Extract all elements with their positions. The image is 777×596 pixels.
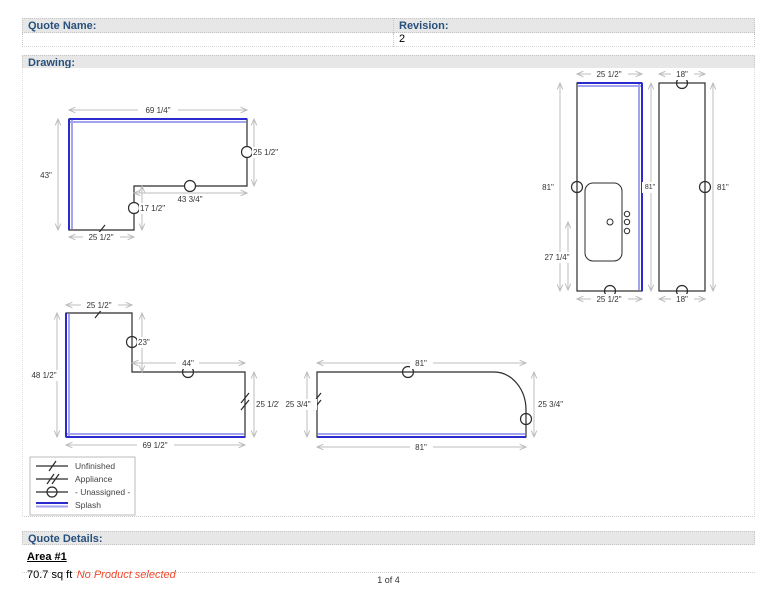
- quote-details-title: Quote Details:: [28, 533, 103, 545]
- countertop-piece-4: 25 1/2" 81" 27 1/4" 81" 25 1/2": [538, 69, 659, 305]
- dimension-label: 43": [40, 171, 52, 180]
- area-link[interactable]: Area #1: [27, 551, 67, 563]
- dimension-label: 25 1/2": [596, 70, 621, 79]
- unassigned-edge-marker: [129, 203, 140, 214]
- legend-label: - Unassigned -: [75, 487, 130, 497]
- countertop-piece-5: 18" 81" 18": [659, 69, 738, 305]
- quote-name-label: Quote Name:: [28, 20, 96, 32]
- dimension-label: 25 1/2": [256, 400, 281, 409]
- faucet-hole: [624, 219, 629, 224]
- unassigned-edge-marker: [185, 181, 196, 192]
- drawing-canvas: 69 1/4" 43" 25 1/2" 43 3/4" 17 1/2" 25 1…: [22, 68, 755, 517]
- edge-legend: Unfinished Appliance - Unassigned - Spla…: [30, 457, 135, 515]
- dimension-label: 25 1/2": [86, 301, 111, 310]
- faucet-hole: [624, 211, 629, 216]
- drawing-section-header: Drawing:: [22, 55, 755, 69]
- dimension-label: 81": [645, 184, 656, 191]
- dimension-label: 25 3/4": [285, 400, 310, 409]
- unassigned-edge-marker: [242, 147, 253, 158]
- legend-label: Appliance: [75, 474, 113, 484]
- revision-value: 2: [393, 33, 755, 47]
- dimension-label: 25 3/4": [538, 400, 563, 409]
- dimension-label: 25 1/2": [596, 295, 621, 304]
- dimension-label: 43 3/4": [177, 195, 202, 204]
- quote-report-page: Quote Name: Revision: 2 Drawing:: [0, 0, 777, 596]
- legend-label: Unfinished: [75, 461, 115, 471]
- quote-name-header: Quote Name:: [22, 18, 393, 33]
- dimension-label: 25 1/2": [88, 233, 113, 242]
- dimension-label: 69 1/2": [142, 441, 167, 450]
- countertop-drawing: 69 1/4" 43" 25 1/2" 43 3/4" 17 1/2" 25 1…: [23, 68, 754, 516]
- page-indicator: 1 of 4: [0, 575, 777, 585]
- legend-label: Splash: [75, 500, 101, 510]
- dimension-label: 44": [182, 359, 194, 368]
- countertop-piece-1: 69 1/4" 43" 25 1/2" 43 3/4" 17 1/2" 25 1…: [35, 105, 289, 243]
- dimension-label: 18": [676, 70, 688, 79]
- quote-name-value: [22, 33, 393, 47]
- countertop-piece-3: 81" 25 3/4" 25 3/4" 81": [279, 358, 575, 453]
- countertop-piece-2: 25 1/2" 48 1/2" 23" 44" 25 1/2" 69 1/2": [26, 300, 292, 451]
- dimension-label: 27 1/4": [544, 253, 569, 262]
- dimension-label: 17 1/2": [140, 204, 165, 213]
- dimension-label: 81": [415, 359, 427, 368]
- dimension-label: 18": [676, 295, 688, 304]
- revision-header: Revision:: [393, 18, 755, 33]
- revision-label: Revision:: [399, 20, 449, 32]
- quote-details-header: Quote Details:: [22, 531, 755, 545]
- dimension-label: 48 1/2": [31, 371, 56, 380]
- dimension-label: 25 1/2": [253, 148, 278, 157]
- faucet-hole: [624, 228, 629, 233]
- dimension-label: 81": [717, 183, 729, 192]
- dimension-label: 81": [415, 443, 427, 452]
- dimension-label: 69 1/4": [145, 106, 170, 115]
- dimension-label: 81": [542, 183, 554, 192]
- dimension-label: 23": [138, 338, 150, 347]
- sink-cutout: [585, 183, 622, 261]
- drain-hole: [607, 219, 613, 225]
- quote-details-body: Area #1 70.7 sq ft No Product selected: [22, 546, 755, 573]
